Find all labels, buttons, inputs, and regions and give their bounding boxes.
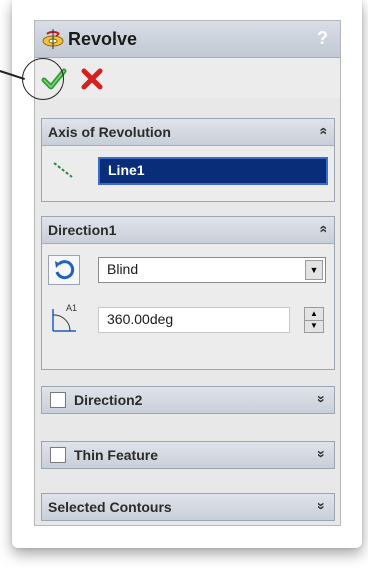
expand-chevron-icon[interactable]: » <box>314 450 330 458</box>
direction1-group: Direction1 » Blind ▼ A1 360.00deg ▲ ▼ <box>41 216 335 370</box>
thin-feature-label: Thin Feature <box>74 447 159 463</box>
selected-contours-label: Selected Contours <box>48 499 172 515</box>
selected-contours-group: Selected Contours » <box>41 493 335 521</box>
chevron-down-icon[interactable]: ▼ <box>305 260 323 280</box>
page: Revolve ? Axis of Revolution » Line1 Dir… <box>0 0 368 571</box>
action-buttons-row <box>35 58 340 98</box>
end-condition-value: Blind <box>107 261 139 277</box>
axis-of-revolution-header[interactable]: Axis of Revolution » <box>42 119 334 146</box>
axis-selection-value: Line1 <box>108 162 145 178</box>
callout-circle <box>22 58 64 100</box>
end-condition-dropdown[interactable]: Blind ▼ <box>98 257 326 283</box>
title-bar: Revolve ? <box>35 21 340 58</box>
direction2-label: Direction2 <box>74 392 143 408</box>
revolve-feature-icon <box>41 28 65 50</box>
angle-spinner[interactable]: ▲ ▼ <box>304 307 324 333</box>
angle-input[interactable]: 360.00deg <box>98 307 290 333</box>
reverse-direction-icon[interactable] <box>48 255 80 285</box>
collapse-chevron-icon[interactable]: » <box>314 127 330 135</box>
direction2-checkbox[interactable] <box>50 392 66 408</box>
direction1-header[interactable]: Direction1 » <box>42 217 334 244</box>
direction2-group: Direction2 » <box>41 386 335 414</box>
collapse-chevron-icon[interactable]: » <box>314 225 330 233</box>
spin-down-icon[interactable]: ▼ <box>305 320 323 332</box>
thin-feature-group: Thin Feature » <box>41 441 335 469</box>
direction2-header[interactable]: Direction2 » <box>42 387 334 413</box>
property-manager-panel: Revolve ? Axis of Revolution » Line1 Dir… <box>34 20 341 526</box>
cancel-button[interactable] <box>81 68 103 90</box>
panel-title: Revolve <box>68 29 138 49</box>
axis-of-revolution-label: Axis of Revolution <box>48 124 171 140</box>
axis-line-icon <box>52 159 74 181</box>
axis-selection-field[interactable]: Line1 <box>98 157 328 185</box>
angle-value: 360.00deg <box>107 311 174 327</box>
expand-chevron-icon[interactable]: » <box>314 502 330 510</box>
angle-icon-label: A1 <box>66 303 78 313</box>
x-icon <box>81 68 103 90</box>
thin-feature-checkbox[interactable] <box>50 447 66 463</box>
selected-contours-header[interactable]: Selected Contours » <box>42 494 334 520</box>
expand-chevron-icon[interactable]: » <box>314 395 330 403</box>
direction1-label: Direction1 <box>48 222 117 238</box>
thin-feature-header[interactable]: Thin Feature » <box>42 442 334 468</box>
axis-of-revolution-group: Axis of Revolution » Line1 <box>41 118 335 202</box>
help-icon[interactable]: ? <box>317 28 328 49</box>
